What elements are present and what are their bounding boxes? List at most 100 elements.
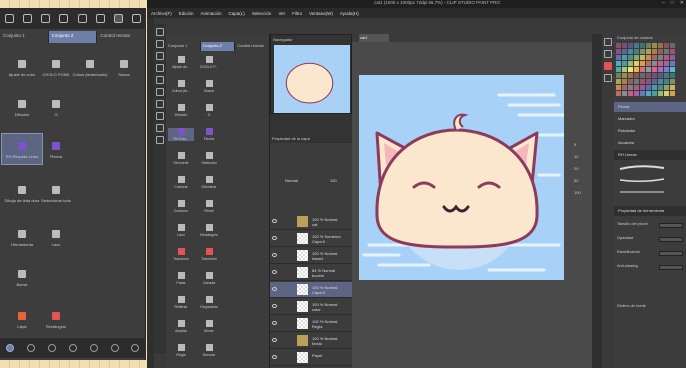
brush-item-rotulador[interactable]: Rotulador [614, 126, 686, 136]
swap-icon[interactable] [59, 14, 69, 23]
tool-g[interactable]: G [36, 100, 76, 117]
brush-icon[interactable] [6, 344, 15, 352]
menu-seleccion[interactable]: Selección [252, 11, 272, 16]
layer-row[interactable]: 100 % Normal cat [270, 214, 352, 230]
zoom-level[interactable]: 20 [574, 166, 582, 178]
color-swatch[interactable] [640, 43, 645, 48]
color-swatch[interactable] [658, 73, 663, 78]
menu-edicion[interactable]: Edición [179, 11, 194, 16]
antialias-slider[interactable] [659, 265, 683, 270]
layer-row[interactable]: Papel [270, 350, 352, 366]
menu-ventana[interactable]: Ventana(W) [309, 11, 333, 16]
color-swatch[interactable] [634, 73, 639, 78]
color-swatch[interactable] [670, 61, 675, 66]
subtool-item[interactable]: Lazo [168, 224, 194, 237]
color-swatch[interactable] [658, 55, 663, 60]
tool-lazo[interactable]: Lazo [36, 230, 76, 247]
zoom-level[interactable]: 5 [574, 142, 582, 154]
color-slider-icon[interactable] [604, 50, 612, 58]
subtool-item[interactable]: Difuminar [196, 176, 222, 189]
tab-conjunto-2[interactable]: Conjunto 2 [200, 42, 236, 51]
settings-icon[interactable] [27, 344, 36, 352]
fill-icon[interactable] [131, 344, 140, 352]
eye-icon[interactable] [272, 236, 277, 240]
swap-color-icon[interactable] [604, 74, 612, 82]
eye-icon[interactable] [272, 287, 277, 291]
layer-row[interactable]: 100 % Normal Regla [270, 316, 352, 332]
canvas-tab[interactable]: cat1 [359, 34, 389, 42]
color-swatch[interactable] [652, 73, 657, 78]
brush-item-marcador[interactable]: Marcador [614, 114, 686, 124]
subtool-item[interactable]: Selección [196, 152, 222, 165]
color-swatch[interactable] [634, 91, 639, 96]
color-swatch[interactable] [622, 67, 627, 72]
color-swatch[interactable] [640, 49, 645, 54]
subtool-item[interactable]: Transform [168, 248, 194, 261]
layer-row[interactable]: 100 % Normal Capa 5 [270, 282, 352, 298]
tab-control-remoto[interactable]: Control remoto [235, 42, 271, 51]
color-swatch[interactable] [664, 43, 669, 48]
color-swatch[interactable] [622, 43, 627, 48]
layer-row[interactable]: 100 % Normal fondo [270, 333, 352, 349]
color-swatch[interactable] [634, 85, 639, 90]
brush-item-pluma[interactable]: Pluma [614, 102, 686, 112]
color-swatch[interactable] [658, 43, 663, 48]
color-swatch[interactable] [658, 61, 663, 66]
color-swatch[interactable] [670, 43, 675, 48]
ruler-tool-icon[interactable] [156, 136, 164, 144]
color-swatch[interactable] [640, 61, 645, 66]
color-swatch[interactable] [616, 55, 621, 60]
color-swatch[interactable] [658, 67, 663, 72]
color-swatch[interactable] [628, 67, 633, 72]
pen-tool-icon[interactable] [156, 76, 164, 84]
stabilization-row[interactable]: Estabilización [617, 250, 683, 258]
subtool-item[interactable]: Decorar [196, 344, 222, 357]
color-swatch[interactable] [640, 79, 645, 84]
tab-control-remoto[interactable]: Control remoto [97, 31, 147, 43]
brush-size-slider[interactable] [659, 223, 683, 228]
save-icon[interactable] [68, 344, 77, 352]
eye-icon[interactable] [272, 321, 277, 325]
subtool-item[interactable]: G [196, 104, 222, 117]
close-button[interactable]: ✕ [680, 0, 684, 6]
subtool-item[interactable]: Colorear [168, 176, 194, 189]
layer-row[interactable]: 100 % Sombreo Capa 6 [270, 231, 352, 247]
opacity-field[interactable]: 100 [330, 178, 337, 183]
selection-tool-icon[interactable] [156, 52, 164, 60]
color-swatch[interactable] [652, 67, 657, 72]
subtool-item[interactable]: Rectángulo [196, 224, 222, 237]
eye-icon[interactable] [272, 338, 277, 342]
subtool-item[interactable]: Difusión [168, 104, 194, 117]
subtool-item[interactable]: Sin borde [168, 152, 194, 165]
color-swatch[interactable] [628, 61, 633, 66]
eraser-icon[interactable] [156, 100, 164, 108]
color-swatch[interactable] [646, 73, 651, 78]
color-swatch[interactable] [616, 67, 621, 72]
drop-icon[interactable] [110, 344, 119, 352]
tool-rectangulo[interactable]: Rectángulo [36, 312, 76, 329]
main-color-swatch[interactable] [604, 62, 612, 70]
color-swatch[interactable] [658, 91, 663, 96]
subtool-item[interactable]: Ampliar [168, 320, 194, 333]
subtool-item[interactable]: Contorno [168, 200, 194, 213]
menu-animacion[interactable]: Animación [201, 11, 222, 16]
subtool-item[interactable]: Suave [196, 80, 222, 93]
color-wheel-icon[interactable] [604, 38, 612, 46]
subtool-item[interactable]: Rellenar [168, 296, 194, 309]
brush-size-row[interactable]: Tamaño del pincel [617, 222, 683, 230]
color-swatch[interactable] [646, 91, 651, 96]
color-swatch[interactable] [628, 91, 633, 96]
color-swatch[interactable] [622, 79, 627, 84]
brush-stroke-preview[interactable] [618, 176, 666, 184]
color-swatch[interactable] [670, 79, 675, 84]
color-swatch[interactable] [664, 85, 669, 90]
color-swatch[interactable] [616, 85, 621, 90]
move-tool-icon[interactable] [156, 40, 164, 48]
tool-flecha[interactable]: Flecha [36, 142, 76, 159]
color-swatch[interactable] [622, 73, 627, 78]
color-swatch[interactable] [616, 43, 621, 48]
fill-tool-icon[interactable] [156, 112, 164, 120]
color-swatch[interactable] [670, 73, 675, 78]
color-swatch[interactable] [640, 91, 645, 96]
zoom-level[interactable]: 100 [574, 190, 582, 202]
